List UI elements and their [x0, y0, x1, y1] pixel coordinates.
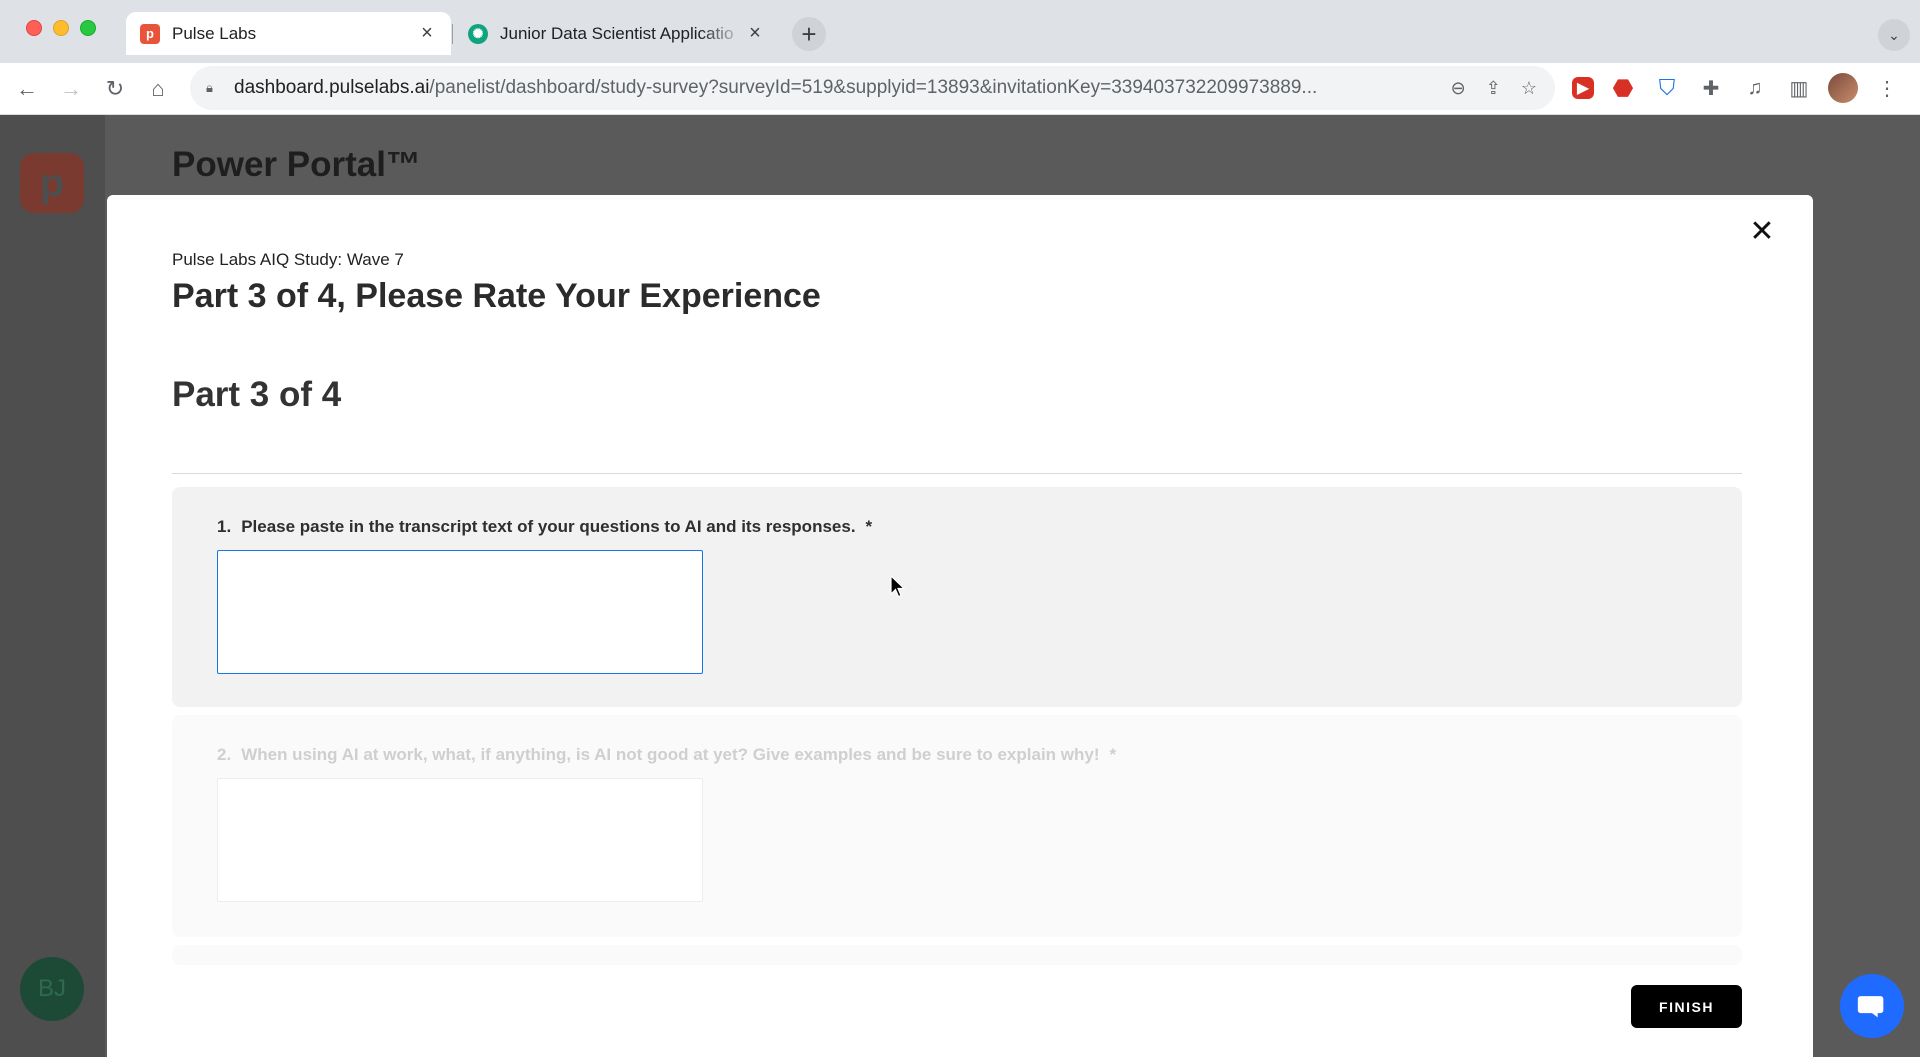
- reload-icon[interactable]: ↻: [97, 71, 133, 107]
- close-icon[interactable]: ✕: [1746, 215, 1778, 248]
- window-minimize-button[interactable]: [53, 20, 69, 36]
- window-close-button[interactable]: [26, 20, 42, 36]
- extension-adblock-icon[interactable]: ⬣: [1608, 73, 1638, 103]
- address-bar[interactable]: 🔒︎ dashboard.pulselabs.ai/panelist/dashb…: [190, 66, 1555, 110]
- user-avatar: BJ: [20, 957, 84, 1021]
- pulse-labs-logo-icon: p: [20, 153, 84, 213]
- tab-title: Junior Data Scientist Applicatio: [500, 23, 734, 43]
- tab-title: Pulse Labs: [172, 23, 257, 43]
- media-controls-icon[interactable]: ♫: [1740, 73, 1770, 103]
- chat-icon: [1857, 996, 1884, 1018]
- mouse-cursor-icon: [890, 575, 906, 598]
- tab-junior-data-scientist[interactable]: ✺ Junior Data Scientist Applicatio ×: [454, 12, 779, 55]
- profile-avatar[interactable]: [1828, 73, 1858, 103]
- page-sidebar: p BJ: [0, 115, 105, 1057]
- tab-pulse-labs[interactable]: p Pulse Labs ×: [126, 12, 451, 55]
- tab-close-icon[interactable]: ×: [417, 22, 437, 44]
- browser-tab-bar: p Pulse Labs × ✺ Junior Data Scientist A…: [0, 0, 1920, 63]
- url-text[interactable]: dashboard.pulselabs.ai/panelist/dashboar…: [234, 77, 1433, 99]
- question-card-2: 2. When using AI at work, what, if anythi…: [172, 715, 1742, 937]
- more-menu-icon[interactable]: ⋮: [1872, 73, 1902, 103]
- back-arrow-icon[interactable]: ←: [9, 71, 45, 107]
- tab-close-icon[interactable]: ×: [745, 22, 765, 44]
- modal-heading: Part 3 of 4, Please Rate Your Experience: [172, 277, 821, 315]
- extensions-puzzle-icon[interactable]: ✚: [1696, 73, 1726, 103]
- transcript-textarea[interactable]: [217, 550, 703, 674]
- home-icon[interactable]: ⌂: [140, 71, 176, 107]
- tab-search-chevron-icon[interactable]: ⌄: [1878, 19, 1910, 51]
- question-label: 2. When using AI at work, what, if anythi…: [217, 745, 1117, 764]
- page-title: Power Portal™: [172, 145, 421, 184]
- extension-red-icon[interactable]: ▶: [1572, 77, 1594, 99]
- lock-icon: 🔒︎: [206, 80, 213, 95]
- tab-separator: [452, 24, 453, 44]
- divider: [172, 473, 1742, 474]
- question-label: 1. Please paste in the transcript text of…: [217, 517, 873, 536]
- finish-button[interactable]: FINISH: [1631, 985, 1742, 1028]
- question-card-1: 1. Please paste in the transcript text of…: [172, 487, 1742, 707]
- study-name: Pulse Labs AIQ Study: Wave 7: [172, 250, 404, 269]
- zoom-out-icon[interactable]: ⊖: [1451, 78, 1466, 99]
- share-icon[interactable]: ⇪: [1486, 78, 1501, 99]
- question-card-3: [172, 945, 1742, 965]
- browser-toolbar: ← → ↻ ⌂ 🔒︎ dashboard.pulselabs.ai/paneli…: [0, 63, 1920, 115]
- section-title: Part 3 of 4: [172, 375, 342, 414]
- chatgpt-favicon-icon: ✺: [468, 23, 488, 44]
- ai-limitations-textarea[interactable]: [217, 778, 703, 902]
- side-panel-icon[interactable]: ▥: [1784, 73, 1814, 103]
- new-tab-button[interactable]: +: [792, 17, 826, 51]
- forward-arrow-icon[interactable]: →: [53, 71, 89, 107]
- window-maximize-button[interactable]: [80, 20, 96, 36]
- chat-widget-button[interactable]: [1840, 974, 1904, 1038]
- bookmark-star-icon[interactable]: ☆: [1521, 78, 1537, 99]
- survey-modal: ✕ Pulse Labs AIQ Study: Wave 7 Part 3 of…: [107, 195, 1813, 1057]
- extension-shield-icon[interactable]: ⛉: [1652, 73, 1682, 103]
- pulse-labs-favicon-icon: p: [140, 23, 160, 44]
